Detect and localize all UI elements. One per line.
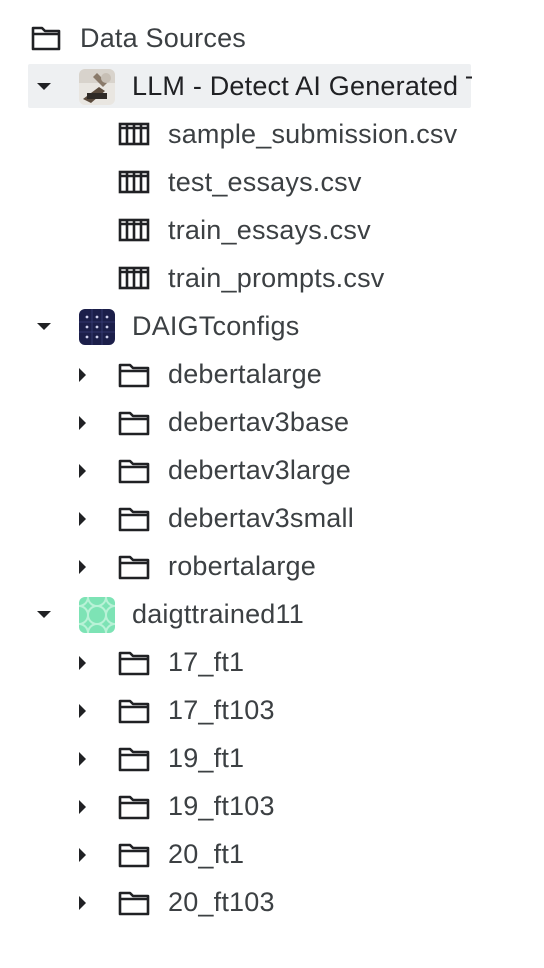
folder-row[interactable]: debertav3large xyxy=(0,446,544,494)
file-label: sample_submission.csv xyxy=(168,118,458,149)
folder-row[interactable]: debertav3small xyxy=(0,494,544,542)
caret-right-icon[interactable] xyxy=(78,511,87,527)
folder-label: debertalarge xyxy=(168,358,323,389)
folder-row[interactable]: debertav3base xyxy=(0,398,544,446)
dataset-row-llm-detect-ai-generated-text[interactable]: LLM - Detect AI Generated Text xyxy=(0,62,544,110)
dataset-row-daigtconfigs[interactable]: DAIGTconfigs xyxy=(0,302,544,350)
folder-row[interactable]: robertalarge xyxy=(0,542,544,590)
table-icon xyxy=(118,218,150,242)
file-row[interactable]: train_prompts.csv xyxy=(0,254,544,302)
llm-thumbnail xyxy=(79,69,115,105)
file-label: train_prompts.csv xyxy=(168,262,385,293)
caret-right-icon[interactable] xyxy=(78,703,87,719)
folder-icon xyxy=(118,650,150,676)
folder-label: 17_ft103 xyxy=(168,694,275,725)
folder-row[interactable]: 19_ft1 xyxy=(0,734,544,782)
folder-label: 20_ft1 xyxy=(168,838,245,869)
caret-down-icon[interactable] xyxy=(36,322,52,331)
folder-icon xyxy=(118,794,150,820)
folder-label: 20_ft103 xyxy=(168,886,275,917)
caret-right-icon[interactable] xyxy=(78,463,87,479)
folder-icon xyxy=(118,842,150,868)
folder-icon xyxy=(118,410,150,436)
folder-row[interactable]: debertalarge xyxy=(0,350,544,398)
dataset-name: LLM - Detect AI Generated Text xyxy=(132,70,472,101)
table-icon xyxy=(118,170,150,194)
caret-right-icon[interactable] xyxy=(78,895,87,911)
caret-down-icon[interactable] xyxy=(36,82,52,91)
data-sources-header[interactable]: Data Sources xyxy=(0,14,544,62)
caret-right-icon[interactable] xyxy=(78,559,87,575)
folder-row[interactable]: 19_ft103 xyxy=(0,782,544,830)
folder-icon xyxy=(118,506,150,532)
caret-right-icon[interactable] xyxy=(78,415,87,431)
file-row[interactable]: test_essays.csv xyxy=(0,158,544,206)
folder-label: 17_ft1 xyxy=(168,646,245,677)
folder-icon xyxy=(118,362,150,388)
folder-label: robertalarge xyxy=(168,550,316,581)
file-row[interactable]: train_essays.csv xyxy=(0,206,544,254)
data-sources-label: Data Sources xyxy=(80,22,246,53)
folder-row[interactable]: 20_ft1 xyxy=(0,830,544,878)
folder-label: debertav3large xyxy=(168,454,351,485)
data-sources-tree: Data Sources LLM - Detect AI Generated T… xyxy=(0,14,544,926)
file-label: train_essays.csv xyxy=(168,214,371,245)
caret-right-icon[interactable] xyxy=(78,847,87,863)
folder-label: 19_ft103 xyxy=(168,790,275,821)
caret-down-icon[interactable] xyxy=(36,610,52,619)
folder-row[interactable]: 20_ft103 xyxy=(0,878,544,926)
caret-right-icon[interactable] xyxy=(78,367,87,383)
folder-row[interactable]: 17_ft1 xyxy=(0,638,544,686)
folder-icon xyxy=(31,25,61,51)
folder-label: debertav3base xyxy=(168,406,350,437)
folder-icon xyxy=(118,554,150,580)
caret-right-icon[interactable] xyxy=(78,655,87,671)
table-icon xyxy=(118,122,150,146)
folder-row[interactable]: 17_ft103 xyxy=(0,686,544,734)
daigtconfigs-thumbnail xyxy=(79,309,115,345)
folder-icon xyxy=(118,890,150,916)
dataset-name: daigttrained11 xyxy=(132,598,304,629)
table-icon xyxy=(118,266,150,290)
folder-icon xyxy=(118,746,150,772)
file-row[interactable]: sample_submission.csv xyxy=(0,110,544,158)
folder-icon xyxy=(118,458,150,484)
caret-right-icon[interactable] xyxy=(78,799,87,815)
file-label: test_essays.csv xyxy=(168,166,362,197)
caret-right-icon[interactable] xyxy=(78,751,87,767)
folder-label: debertav3small xyxy=(168,502,354,533)
folder-label: 19_ft1 xyxy=(168,742,245,773)
daigttrained11-thumbnail xyxy=(79,597,115,633)
dataset-row-daigttrained11[interactable]: daigttrained11 xyxy=(0,590,544,638)
dataset-name: DAIGTconfigs xyxy=(132,310,300,341)
folder-icon xyxy=(118,698,150,724)
